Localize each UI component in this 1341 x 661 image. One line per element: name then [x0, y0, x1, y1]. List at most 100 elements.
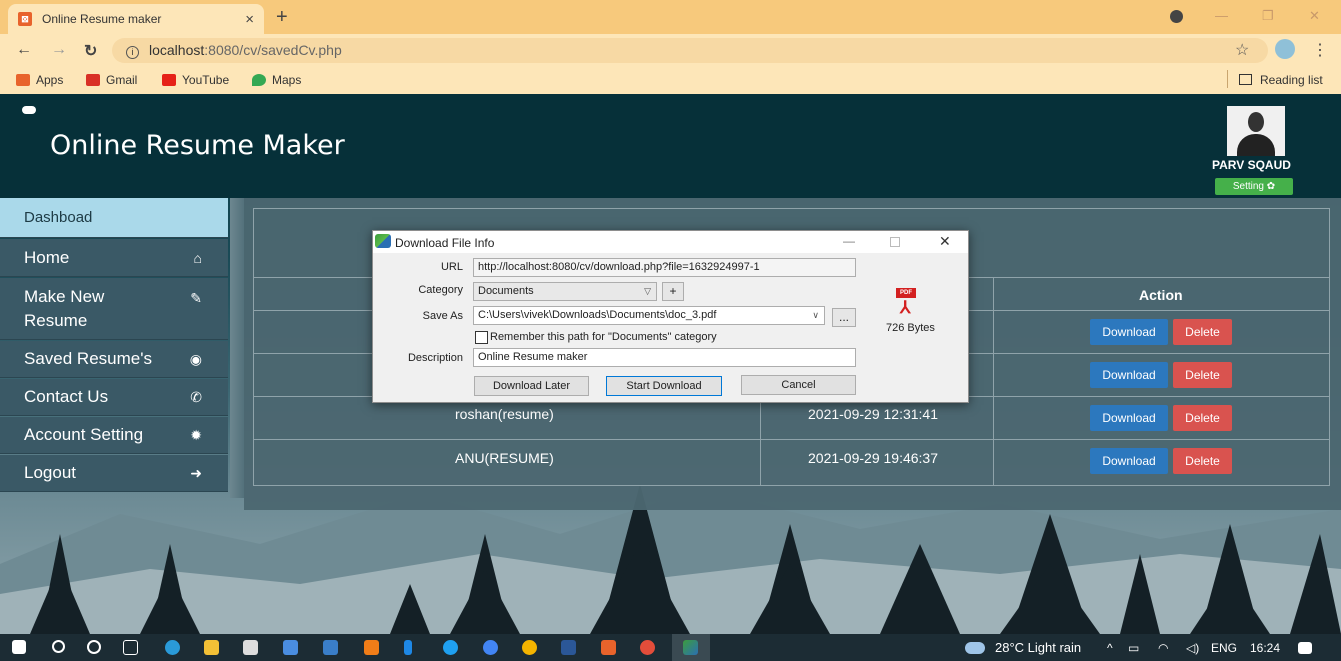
reading-list-button[interactable]: Reading list: [1239, 73, 1323, 87]
bookmark-maps[interactable]: Maps: [252, 73, 301, 87]
bookmark-apps[interactable]: Apps: [16, 73, 63, 87]
user-avatar: [1227, 106, 1285, 156]
chrome-profile-icon[interactable]: [640, 640, 655, 655]
close-window-icon[interactable]: ✕: [1309, 8, 1320, 24]
bookmark-star-icon[interactable]: ☆: [1235, 40, 1249, 60]
sidebar-item-home[interactable]: Home ⌂: [0, 239, 228, 277]
volume-icon[interactable]: ◁): [1186, 641, 1199, 655]
delete-button[interactable]: Delete: [1173, 448, 1232, 474]
cortana-icon[interactable]: [87, 640, 101, 654]
bookmarks-bar: Apps Gmail YouTube Maps Reading list: [0, 66, 1341, 94]
back-arrow-icon[interactable]: ←: [16, 41, 32, 59]
chevron-up-icon[interactable]: ^: [1107, 641, 1113, 655]
download-button[interactable]: Download: [1090, 319, 1168, 345]
restore-icon[interactable]: ❐: [1262, 8, 1274, 24]
description-field[interactable]: Online Resume maker: [473, 348, 856, 367]
notification-icon[interactable]: [1298, 642, 1312, 654]
download-button[interactable]: Download: [1090, 405, 1168, 431]
profile-avatar-icon[interactable]: [1275, 39, 1295, 59]
weather-cloud-icon: [965, 642, 985, 654]
download-button[interactable]: Download: [1090, 448, 1168, 474]
profile-status-icon[interactable]: [1170, 10, 1183, 23]
url-field[interactable]: http://localhost:8080/cv/download.php?fi…: [473, 258, 856, 277]
sidebar-item-make-new-resume[interactable]: Make New Resume ✎: [0, 278, 228, 340]
forward-arrow-icon[interactable]: →: [51, 41, 67, 59]
save-as-value: C:\Users\vivek\Downloads\Documents\doc_3…: [478, 309, 717, 321]
download-manager-taskbar-icon[interactable]: [683, 640, 698, 655]
save-as-field[interactable]: C:\Users\vivek\Downloads\Documents\doc_3…: [473, 306, 825, 325]
sidebar-item-saved-resumes[interactable]: Saved Resume's ◉: [0, 341, 228, 378]
file-explorer-icon[interactable]: [204, 640, 219, 655]
delete-button[interactable]: Delete: [1173, 405, 1232, 431]
description-label: Description: [407, 352, 463, 364]
download-later-button[interactable]: Download Later: [474, 376, 589, 396]
sidebar-item-label: Make New Resume: [24, 286, 105, 330]
chrome-icon[interactable]: [522, 640, 537, 655]
browser-tab[interactable]: ⊠ Online Resume maker ×: [8, 4, 264, 34]
dialog-maximize-icon[interactable]: [890, 237, 900, 247]
youtube-icon: [162, 74, 176, 86]
bookmark-gmail[interactable]: Gmail: [86, 73, 137, 87]
bookmark-youtube[interactable]: YouTube: [162, 73, 229, 87]
start-download-button[interactable]: Start Download: [606, 376, 722, 396]
site-header: Online Resume Maker PARV SQAUD Setting ✿: [0, 94, 1341, 198]
sidebar-item-label: Saved Resume's: [24, 349, 152, 368]
apps-grid-icon: [16, 74, 30, 86]
delete-button[interactable]: Delete: [1173, 319, 1232, 345]
resume-name-cell: roshan(resume): [455, 406, 554, 422]
url-host: localhost: [149, 42, 205, 58]
info-icon[interactable]: i: [126, 46, 139, 59]
new-tab-button[interactable]: +: [276, 6, 288, 29]
chevron-down-icon: ∨: [812, 310, 819, 320]
language-indicator[interactable]: ENG: [1211, 641, 1237, 655]
site-favicon-icon: ⊠: [18, 12, 32, 26]
file-size: 726 Bytes: [886, 322, 935, 334]
sidebar-item-dashboard[interactable]: Dashboad: [0, 198, 228, 238]
tab-title: Online Resume maker: [42, 12, 162, 26]
add-category-button[interactable]: +: [662, 282, 684, 301]
setting-button[interactable]: Setting ✿: [1215, 178, 1293, 195]
chrome-app-icon[interactable]: [483, 640, 498, 655]
search-icon[interactable]: [52, 640, 65, 653]
sidebar-item-logout[interactable]: Logout ➜: [0, 455, 228, 492]
dialog-close-icon[interactable]: ✕: [939, 233, 951, 250]
store-icon[interactable]: [243, 640, 258, 655]
reading-list-label: Reading list: [1260, 73, 1323, 87]
word-icon[interactable]: [561, 640, 576, 655]
photos-icon[interactable]: [283, 640, 298, 655]
windows-start-icon[interactable]: [12, 640, 26, 654]
tab-close-icon[interactable]: ×: [245, 11, 254, 28]
bookmark-label: Gmail: [106, 73, 138, 87]
url-bar[interactable]: i localhost:8080/cv/savedCv.php: [112, 38, 1268, 63]
cloud-icon: [22, 106, 36, 114]
dialog-minimize-icon[interactable]: —: [843, 234, 855, 248]
maps-pin-icon: [252, 74, 266, 86]
download-button[interactable]: Download: [1090, 362, 1168, 388]
reload-icon[interactable]: ↻: [84, 41, 97, 61]
mail-icon[interactable]: [323, 640, 338, 655]
xampp-icon[interactable]: [601, 640, 616, 655]
vlc-icon[interactable]: [364, 640, 379, 655]
browser-app-icon[interactable]: [443, 640, 458, 655]
dialog-titlebar: Download File Info — ✕: [373, 231, 968, 253]
task-view-icon[interactable]: [123, 640, 138, 655]
sidebar-nav: Dashboad Home ⌂ Make New Resume ✎ Saved …: [0, 198, 230, 498]
sidebar-item-account-setting[interactable]: Account Setting ✹: [0, 417, 228, 454]
weather-text[interactable]: 28°C Light rain: [995, 640, 1081, 655]
browse-button[interactable]: ...: [832, 308, 856, 327]
sidebar-item-contact-us[interactable]: Contact Us ✆: [0, 379, 228, 416]
battery-icon[interactable]: ▭: [1128, 641, 1139, 655]
resume-date-cell: 2021-09-29 19:46:37: [808, 450, 938, 466]
edge-icon[interactable]: [165, 640, 180, 655]
bookmark-label: Apps: [36, 73, 64, 87]
category-select[interactable]: Documents ▽: [473, 282, 657, 301]
delete-button[interactable]: Delete: [1173, 362, 1232, 388]
menu-kebab-icon[interactable]: ⋮: [1312, 40, 1328, 60]
minimize-icon[interactable]: —: [1215, 8, 1228, 23]
cancel-button[interactable]: Cancel: [741, 375, 856, 395]
resume-date-cell: 2021-09-29 12:31:41: [808, 406, 938, 422]
clock[interactable]: 16:24: [1250, 641, 1280, 655]
app-icon[interactable]: [404, 640, 412, 655]
remember-path-checkbox[interactable]: [475, 331, 488, 344]
wifi-icon[interactable]: ◠: [1158, 641, 1168, 655]
